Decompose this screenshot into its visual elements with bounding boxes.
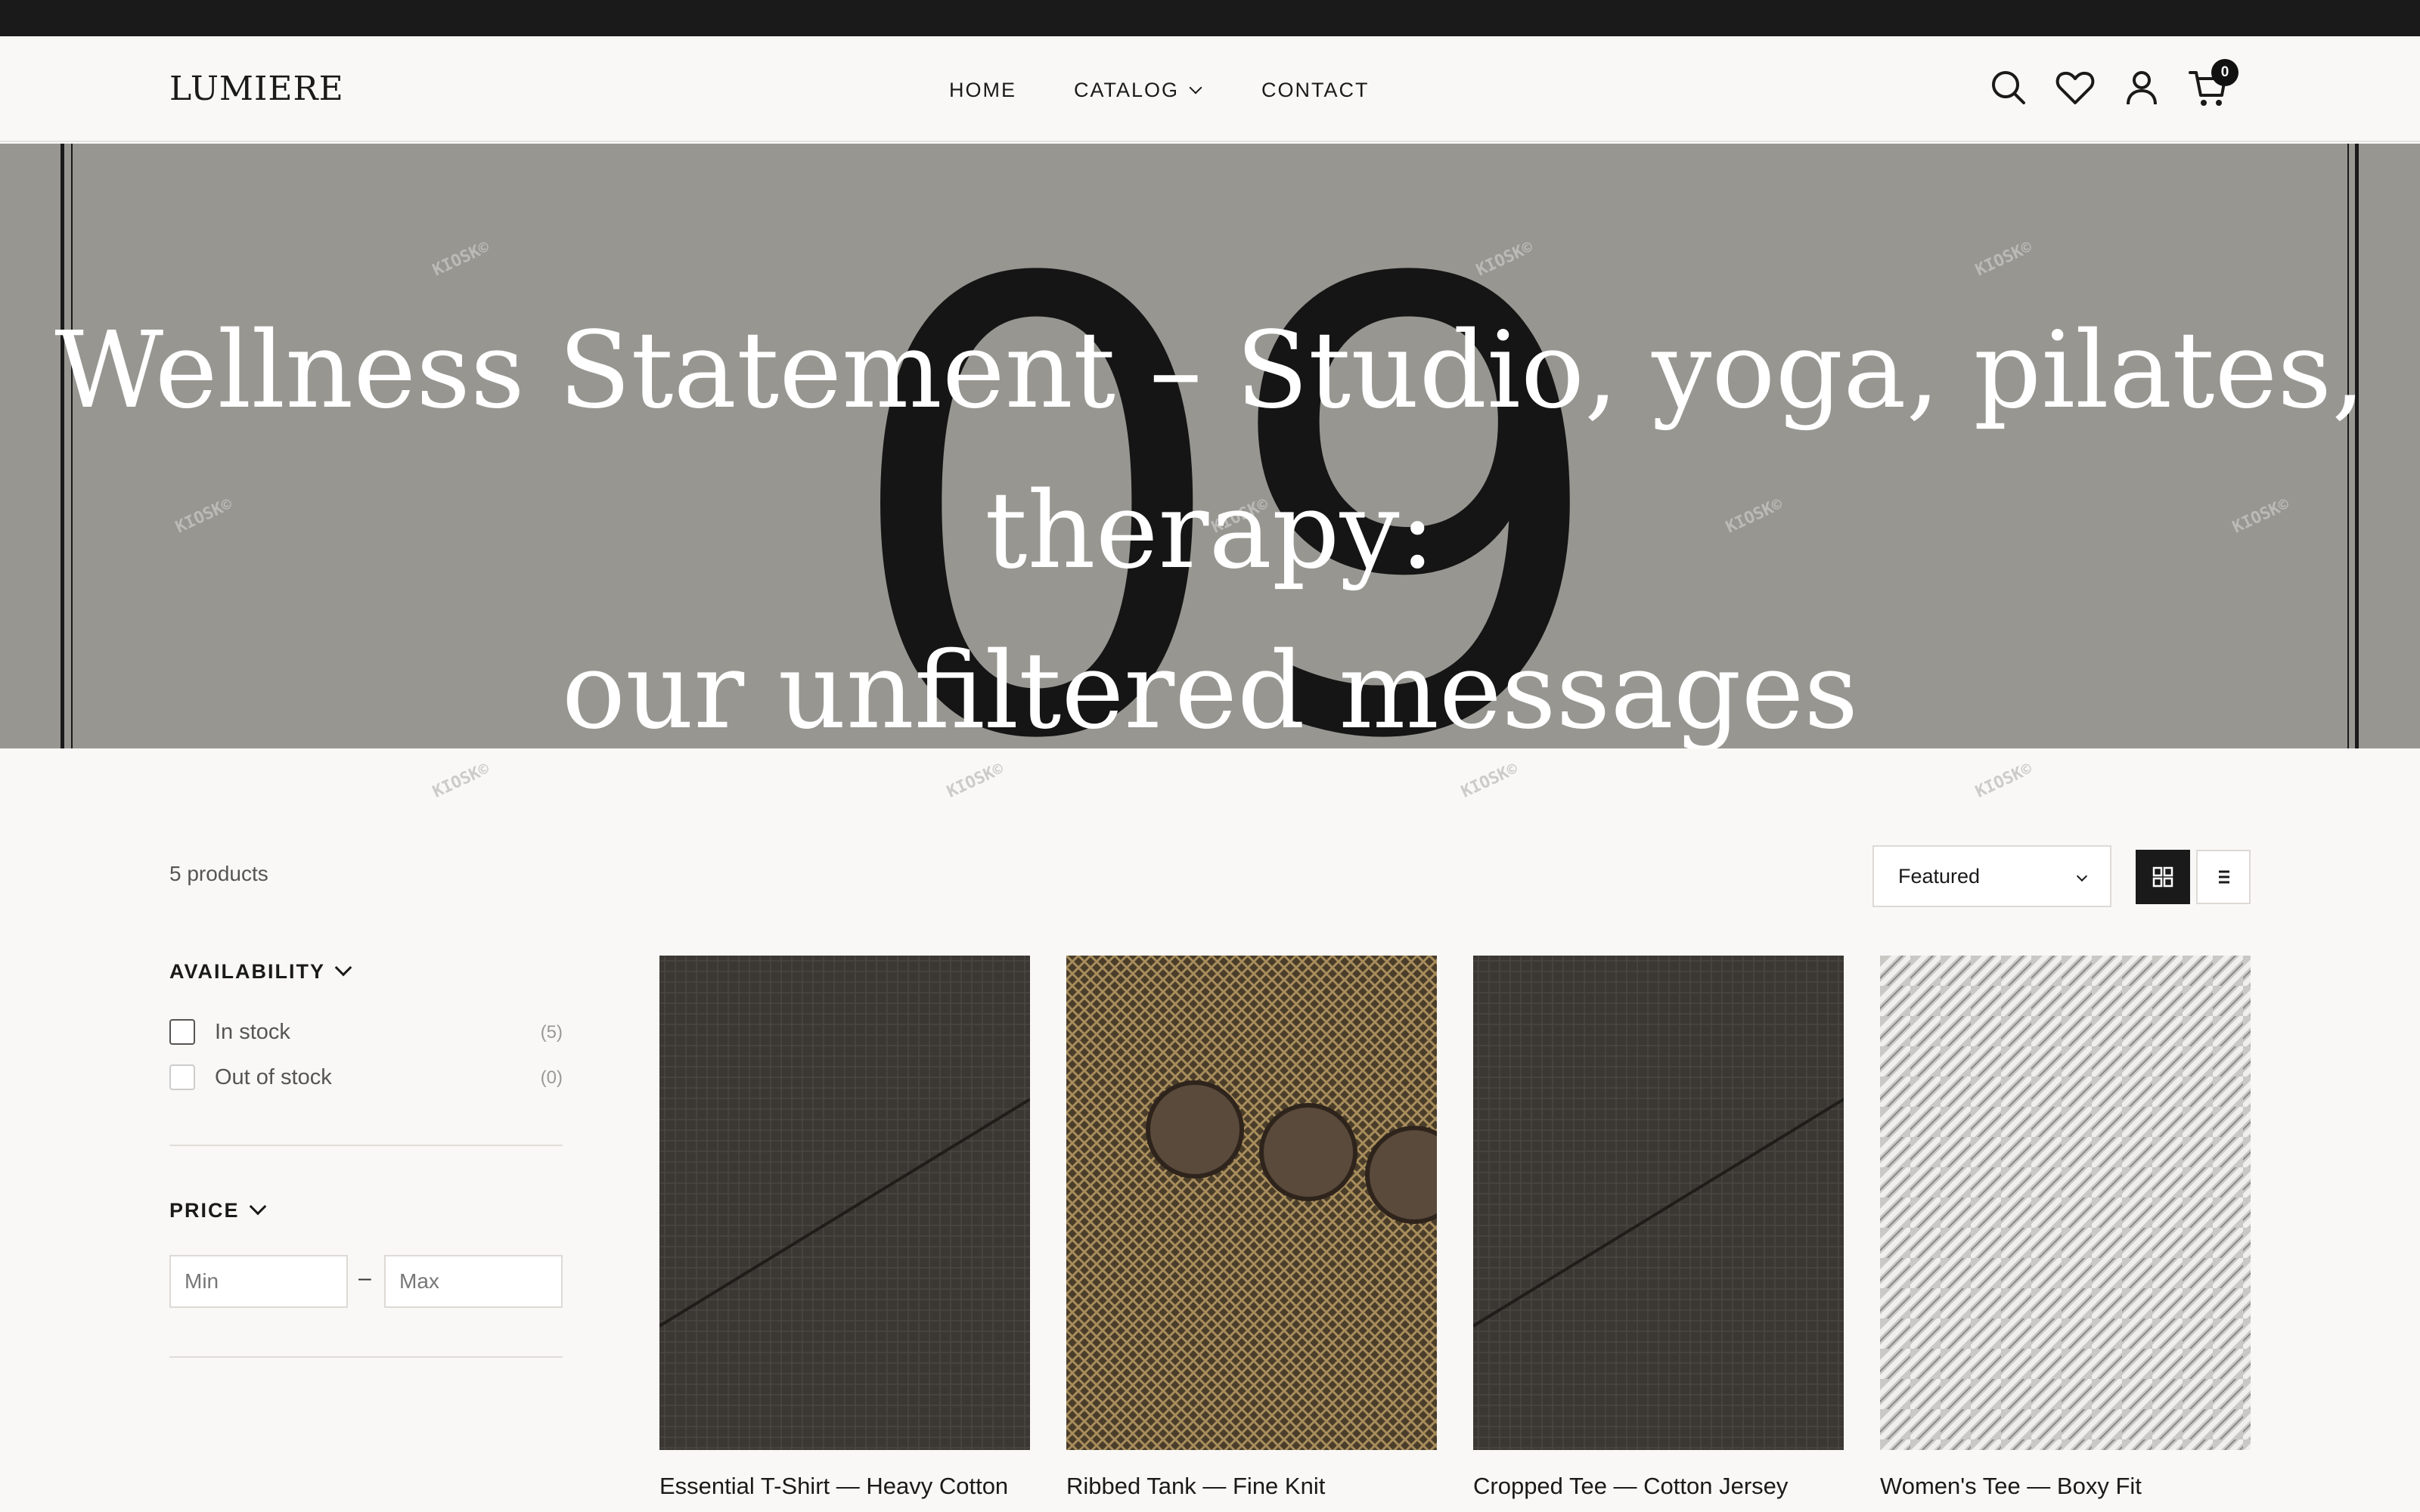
filter-option-label: In stock (215, 1020, 290, 1044)
product-image[interactable] (659, 956, 1030, 1450)
nav-home[interactable]: HOME (949, 79, 1016, 102)
watermark: KIOSK© (1972, 759, 2036, 802)
wishlist-button[interactable] (2054, 67, 2096, 109)
account-button[interactable] (2121, 67, 2163, 109)
chevron-down-icon (249, 1198, 266, 1216)
search-icon (1992, 71, 2025, 104)
product-card[interactable]: Ribbed Tank — Fine Knit (1066, 956, 1437, 1500)
out-of-stock-checkbox[interactable] (169, 1064, 195, 1090)
page-title-line: our unfiltered messages (561, 630, 1859, 748)
product-count: 5 products (169, 862, 268, 885)
filter-price-title: PRICE (169, 1199, 240, 1222)
product-card[interactable]: Cropped Tee — Cotton Jersey (1473, 956, 1844, 1500)
chevron-down-icon (334, 959, 352, 977)
nav-catalog[interactable]: CATALOG (1074, 79, 1202, 102)
watermark: KIOSK© (430, 237, 493, 280)
product-title[interactable]: Essential T-Shirt — Heavy Cotton (659, 1473, 1030, 1500)
price-min-input[interactable]: Min (169, 1255, 348, 1308)
filter-availability-title: AVAILABILITY (169, 960, 325, 983)
chevron-down-icon (2076, 870, 2088, 882)
hero-banner: 09 Wellness Statement – Studio, yoga, pi… (0, 144, 2420, 748)
price-separator: – (358, 1266, 371, 1290)
account-icon (2127, 71, 2157, 105)
product-card[interactable]: Women's Tee — Boxy Fit (1880, 956, 2251, 1500)
product-card[interactable]: Essential T-Shirt — Heavy Cotton (659, 956, 1030, 1500)
list-view-button[interactable] (2196, 850, 2251, 904)
chevron-down-icon (1189, 81, 1202, 94)
divider (169, 1145, 563, 1146)
grid-icon (2152, 866, 2173, 888)
filter-option-out-of-stock[interactable]: Out of stock (0) (169, 1061, 563, 1092)
heart-icon (2055, 71, 2095, 104)
product-image[interactable] (1880, 956, 2251, 1450)
filter-option-label: Out of stock (215, 1065, 332, 1089)
watermark: KIOSK© (1458, 759, 1522, 802)
announcement-bar (0, 0, 2420, 36)
site-logo[interactable]: LUMIERE (169, 70, 344, 108)
watermark: KIOSK© (430, 759, 493, 802)
product-title[interactable]: Cropped Tee — Cotton Jersey (1473, 1473, 1844, 1500)
product-title[interactable]: Ribbed Tank — Fine Knit (1066, 1473, 1437, 1500)
list-icon (2219, 870, 2229, 884)
filter-option-count: (0) (540, 1067, 563, 1088)
filter-option-in-stock[interactable]: In stock (5) (169, 1016, 563, 1046)
sort-select[interactable]: Featured (1872, 845, 2111, 907)
filter-availability-toggle[interactable]: AVAILABILITY (169, 959, 352, 984)
product-title[interactable]: Women's Tee — Boxy Fit (1880, 1473, 2251, 1500)
sort-selected-value: Featured (1898, 865, 1981, 888)
watermark: KIOSK© (1972, 237, 2036, 280)
product-image[interactable] (1066, 956, 1437, 1450)
product-image[interactable] (1473, 956, 1844, 1450)
divider (169, 1356, 563, 1358)
grid-view-button[interactable] (2136, 850, 2190, 904)
watermark: KIOSK© (944, 759, 1007, 802)
nav-catalog-label: CATALOG (1074, 79, 1180, 101)
nav-contact[interactable]: CONTACT (1261, 79, 1370, 102)
cart-count-badge: 0 (2211, 59, 2238, 86)
search-button[interactable] (1987, 67, 2030, 109)
page-title-line: Wellness Statement – Studio, yoga, pilat… (54, 309, 2366, 593)
filter-option-count: (5) (540, 1022, 563, 1043)
price-max-input[interactable]: Max (384, 1255, 563, 1308)
filter-price-toggle[interactable]: PRICE (169, 1198, 266, 1222)
in-stock-checkbox[interactable] (169, 1019, 195, 1045)
